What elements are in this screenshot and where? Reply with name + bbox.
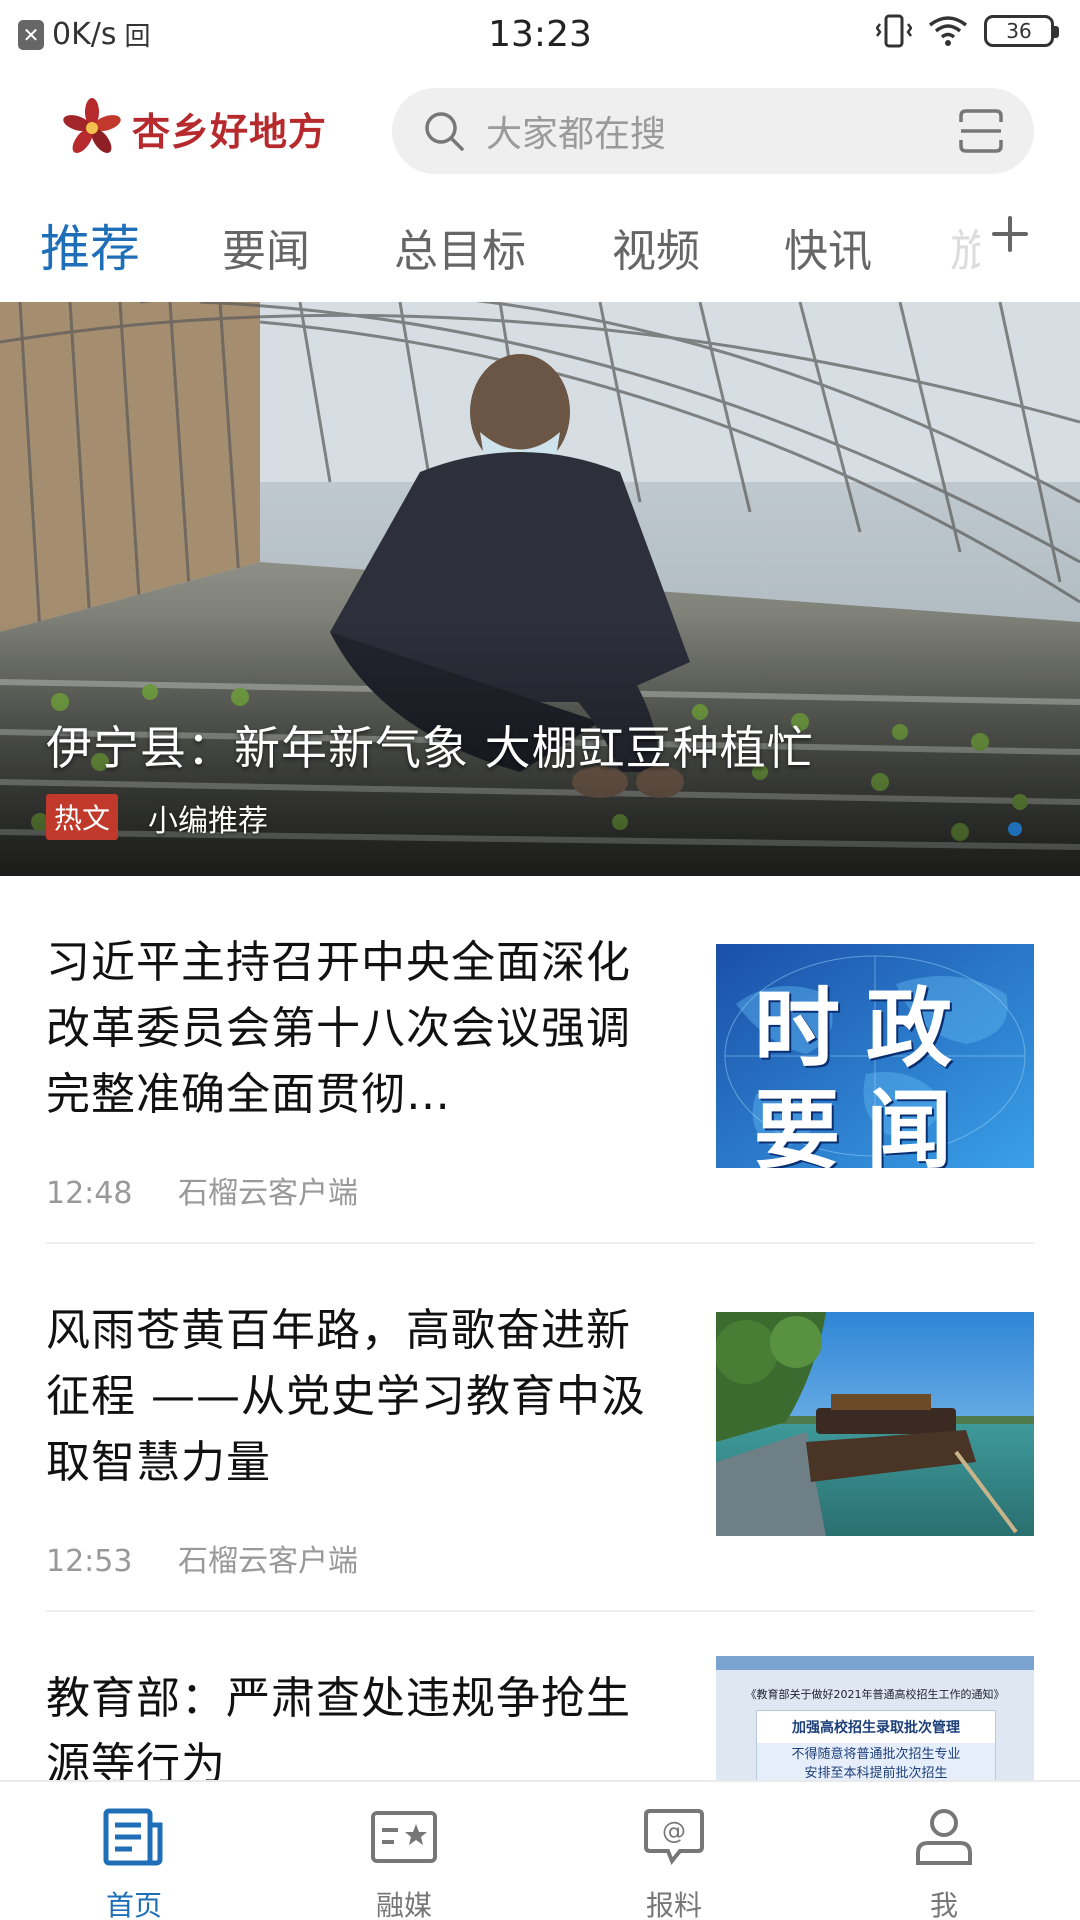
search-placeholder: 大家都在搜: [486, 114, 667, 155]
thumb-doc-line-3: 安排至本科提前批次招生: [757, 1762, 995, 1780]
scan-icon[interactable]: [958, 108, 1004, 154]
hero-banner[interactable]: 伊宁县：新年新气象 大棚豇豆种植忙 热文 小编推荐: [0, 302, 1080, 876]
news-item[interactable]: 习近平主持召开中央全面深化改革委员会第十八次会议强调 完整准确全面贯彻… 12:…: [0, 900, 1080, 1242]
news-thumbnail[interactable]: 时政 要闻: [716, 944, 1034, 1168]
red-boat-lake-image: [716, 1312, 1034, 1536]
thumb-text-news: 要闻: [754, 1081, 978, 1168]
nav-report-label: 报料: [645, 1889, 702, 1920]
hero-title[interactable]: 伊宁县：新年新气象 大棚豇豆种植忙: [46, 712, 814, 778]
news-thumbnail[interactable]: [716, 1312, 1034, 1536]
status-bar: ✕ 0K/s 回 13:23 36: [0, 0, 1080, 70]
tab-headlines[interactable]: 要闻: [222, 215, 310, 279]
battery-icon: 36: [984, 15, 1059, 47]
nav-media[interactable]: 融媒: [304, 1802, 504, 1920]
nav-media-label: 融媒: [375, 1889, 432, 1920]
svg-text:@: @: [662, 1817, 686, 1845]
battery-level: 36: [1006, 19, 1032, 43]
news-title[interactable]: 习近平主持召开中央全面深化改革委员会第十八次会议强调 完整准确全面贯彻…: [46, 930, 666, 1128]
app-logo[interactable]: 杏乡好地方: [60, 96, 327, 160]
tab-general-goal[interactable]: 总目标: [394, 215, 526, 279]
category-tabs: 推荐 要闻 总目标 视频 快讯 旅: [0, 205, 1080, 285]
news-time: 12:53: [46, 1544, 133, 1579]
news-meta: 12:53 石榴云客户端: [46, 1536, 358, 1580]
tab-recommend[interactable]: 推荐: [40, 209, 140, 281]
media-card-icon: [371, 1811, 437, 1863]
hot-badge: 热文: [46, 794, 119, 840]
bottom-navigation: 首页 融媒 @ 报料 我: [0, 1780, 1080, 1920]
tab-video[interactable]: 视频: [612, 215, 700, 279]
nav-home-label: 首页: [105, 1889, 162, 1920]
thumb-doc-box: 加强高校招生录取批次管理 不得随意将普通批次招生专业 安排至本科提前批次招生: [756, 1710, 996, 1780]
divider: [46, 1610, 1034, 1612]
app-header: 杏乡好地方 大家都在搜: [0, 80, 1080, 180]
carousel-indicator: [1008, 822, 1022, 836]
user-icon: [916, 1809, 972, 1865]
news-item[interactable]: 风雨苍黄百年路，高歌奋进新征程 ——从党史学习教育中汲取智慧力量 12:53 石…: [0, 1268, 1080, 1610]
news-thumbnail[interactable]: 《教育部关于做好2021年普通高校招生工作的通知》 加强高校招生录取批次管理 不…: [716, 1656, 1034, 1780]
greenhouse-farmer-image: [0, 302, 1080, 876]
thumb-doc-line-1: 加强高校招生录取批次管理: [792, 1720, 960, 1736]
logo-text: 杏乡好地方: [132, 109, 328, 154]
wifi-icon: [928, 16, 968, 46]
news-source: 石榴云客户端: [178, 1176, 359, 1211]
hero-subtitle: 小编推荐: [148, 804, 268, 839]
apricot-flower-logo-icon: [63, 98, 121, 153]
status-right: 36: [876, 14, 1059, 48]
search-bar[interactable]: 大家都在搜: [392, 88, 1034, 174]
nav-me[interactable]: 我: [844, 1802, 1044, 1920]
divider: [46, 1242, 1034, 1244]
news-source: 石榴云客户端: [178, 1544, 359, 1579]
tab-flash-news[interactable]: 快讯: [784, 215, 872, 279]
news-title[interactable]: 风雨苍黄百年路，高歌奋进新征程 ——从党史学习教育中汲取智慧力量: [46, 1298, 666, 1496]
news-item[interactable]: 教育部：严肃查处违规争抢生源等行为 《教育部关于做好2021年普通高校招生工作的…: [0, 1636, 1080, 1780]
nav-home[interactable]: 首页: [34, 1802, 234, 1920]
thumb-header-strip: [716, 1656, 1034, 1670]
tab-travel[interactable]: 旅: [950, 215, 980, 279]
nav-report[interactable]: @ 报料: [574, 1802, 774, 1920]
thumb-doc-title: 《教育部关于做好2021年普通高校招生工作的通知》: [745, 1688, 1005, 1701]
home-news-icon: [103, 1808, 163, 1866]
news-meta: 12:48 石榴云客户端: [46, 1168, 358, 1212]
news-time: 12:48: [46, 1176, 133, 1211]
vibrate-icon: [876, 14, 912, 48]
thumb-doc-line-2: 不得随意将普通批次招生专业: [757, 1743, 995, 1762]
search-icon: [425, 112, 464, 151]
report-chat-icon: @: [644, 1809, 704, 1865]
news-title[interactable]: 教育部：严肃查处违规争抢生源等行为: [46, 1666, 666, 1780]
add-channel-icon[interactable]: [990, 214, 1030, 254]
nav-me-label: 我: [929, 1889, 958, 1920]
